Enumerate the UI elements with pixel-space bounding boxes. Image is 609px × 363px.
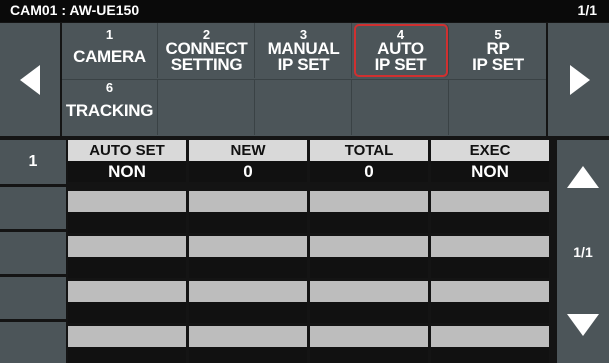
table-row[interactable] — [68, 236, 550, 278]
pager-label: 1/1 — [573, 244, 593, 260]
up-triangle-icon — [567, 166, 599, 188]
total-cell[interactable]: TOTAL 0 — [310, 140, 428, 184]
left-triangle-icon — [20, 65, 40, 95]
cell-value: 0 — [310, 161, 428, 182]
auto-set-cell[interactable]: AUTO SET NON — [68, 140, 186, 184]
empty-cell[interactable] — [310, 326, 428, 363]
empty-cell[interactable] — [431, 236, 549, 280]
camera-label: CAM01 : AW-UE150 — [10, 2, 140, 18]
table-row[interactable] — [68, 191, 550, 233]
down-triangle-icon — [567, 314, 599, 336]
table-row[interactable] — [68, 281, 550, 323]
empty-cell[interactable] — [68, 326, 186, 363]
menu-item-tracking[interactable]: 6 TRACKING — [62, 80, 158, 135]
cell-value: NON — [431, 161, 549, 182]
menu-item-camera[interactable]: 1 CAMERA — [62, 23, 158, 78]
menu-item-empty — [450, 80, 546, 135]
menu-item-auto-ip-set[interactable]: 4 AUTO IP SET — [353, 23, 449, 78]
menu-item-label-line2: IP SET — [374, 55, 427, 74]
empty-cell[interactable] — [68, 191, 186, 235]
menu-item-empty — [353, 80, 449, 135]
cell-header: TOTAL — [310, 140, 428, 161]
scroll-up-button[interactable] — [557, 140, 609, 214]
menu-panel: 1 CAMERA 2 CONNECT SETTING 3 MANUAL IP S… — [62, 23, 546, 136]
empty-cell[interactable] — [310, 236, 428, 280]
ip-table: 1 AUTO SET NON NEW 0 TOTAL 0 EXEC NON — [0, 140, 559, 363]
row-index — [0, 322, 66, 363]
cell-header: AUTO SET — [68, 140, 186, 161]
empty-cell[interactable] — [310, 191, 428, 235]
cell-value: NON — [68, 161, 186, 182]
menu-item-label-line2: SETTING — [170, 55, 243, 74]
row-index: 1 — [0, 140, 66, 184]
menu-item-rp-ip-set[interactable]: 5 RP IP SET — [450, 23, 546, 78]
title-bar: CAM01 : AW-UE150 1/1 — [0, 0, 609, 22]
pager-column: 1/1 — [557, 140, 609, 363]
row-index — [0, 187, 66, 229]
empty-cell[interactable] — [431, 326, 549, 363]
menu-item-empty — [256, 80, 352, 135]
menu-item-number: 1 — [105, 27, 114, 42]
menu-item-label-line2: IP SET — [277, 55, 330, 74]
exec-cell[interactable]: EXEC NON — [431, 140, 549, 184]
page-indicator: 1/1 — [577, 2, 597, 18]
row-index — [0, 277, 66, 319]
row-index — [0, 232, 66, 274]
menu-item-label: CAMERA — [73, 47, 146, 66]
menu-prev-button[interactable] — [0, 23, 60, 136]
table-row[interactable] — [68, 326, 550, 363]
menu-item-connect-setting[interactable]: 2 CONNECT SETTING — [159, 23, 255, 78]
cell-header: NEW — [189, 140, 307, 161]
menu-next-button[interactable] — [548, 23, 609, 136]
right-triangle-icon — [570, 65, 590, 95]
empty-cell[interactable] — [431, 191, 549, 235]
empty-cell[interactable] — [189, 236, 307, 280]
menu-item-label: TRACKING — [65, 101, 154, 120]
cell-header: EXEC — [431, 140, 549, 161]
new-cell[interactable]: NEW 0 — [189, 140, 307, 184]
menu-item-manual-ip-set[interactable]: 3 MANUAL IP SET — [256, 23, 352, 78]
empty-cell[interactable] — [68, 281, 186, 325]
row-index-label: 1 — [28, 153, 38, 170]
table-row[interactable]: AUTO SET NON NEW 0 TOTAL 0 EXEC NON — [68, 140, 550, 184]
menu-item-label-line2: IP SET — [472, 55, 524, 74]
empty-cell[interactable] — [310, 281, 428, 325]
empty-cell[interactable] — [189, 281, 307, 325]
empty-cell[interactable] — [189, 191, 307, 235]
menu-item-number: 6 — [105, 80, 114, 95]
scroll-down-button[interactable] — [557, 290, 609, 363]
empty-cell[interactable] — [68, 236, 186, 280]
empty-cell[interactable] — [431, 281, 549, 325]
empty-cell[interactable] — [189, 326, 307, 363]
menu-item-empty — [159, 80, 255, 135]
cell-value: 0 — [189, 161, 307, 182]
